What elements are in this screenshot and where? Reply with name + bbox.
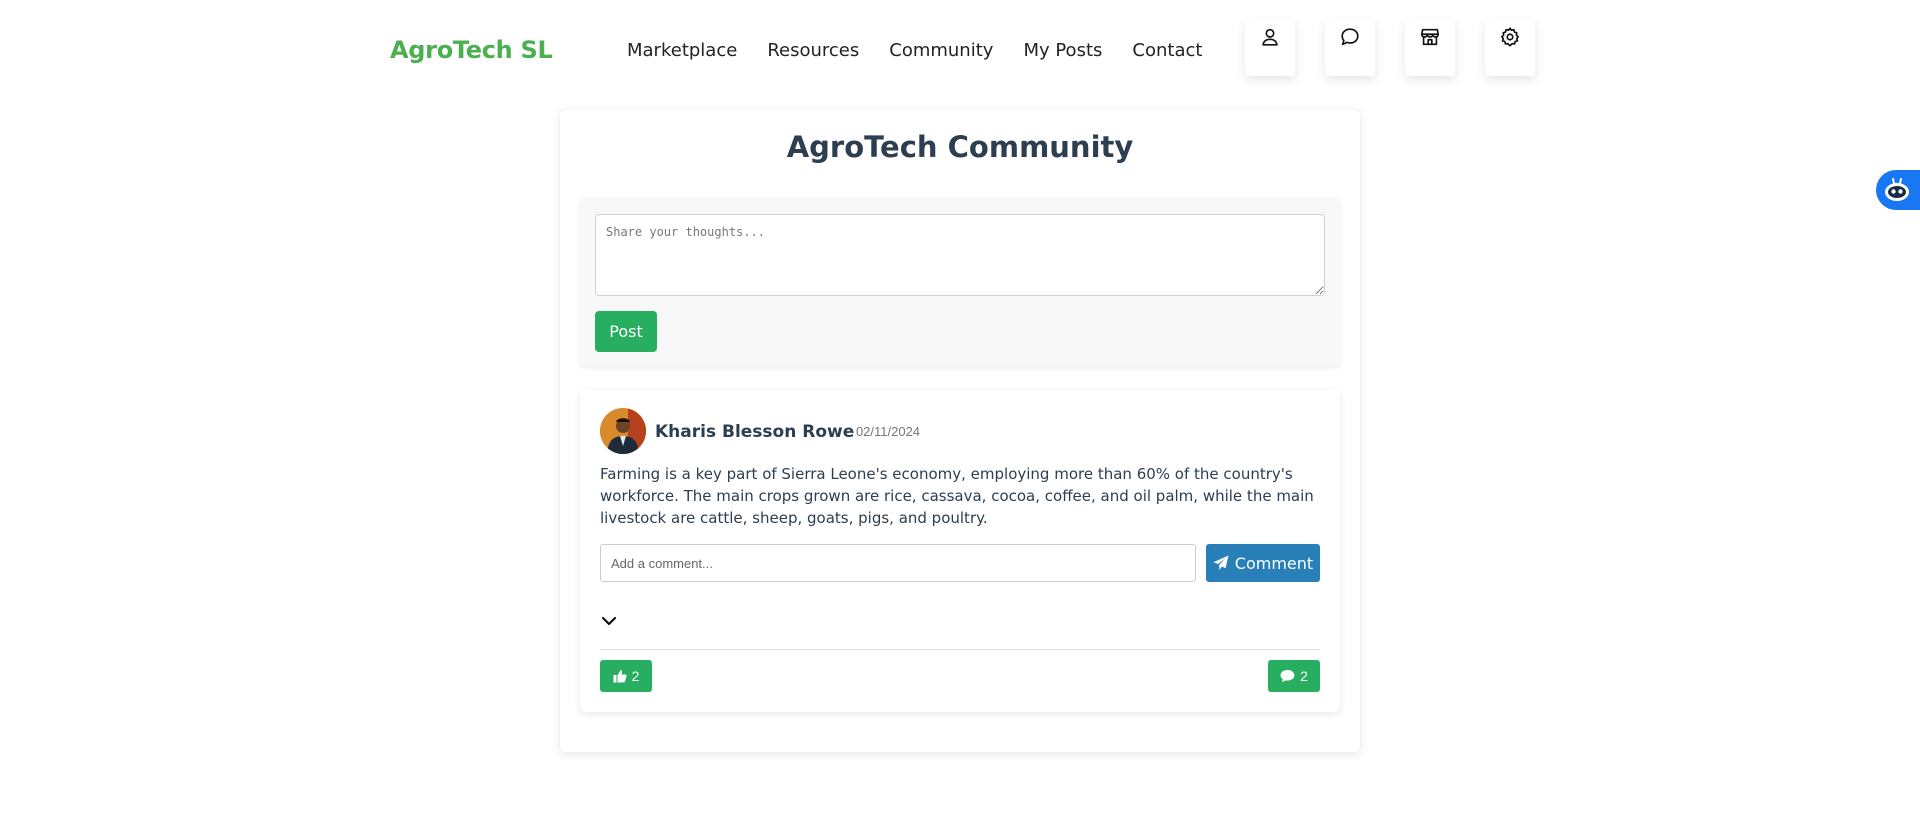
post-button[interactable]: Post (595, 311, 657, 352)
robot-icon (1885, 178, 1909, 201)
post-divider (600, 649, 1320, 650)
store-icon (1420, 28, 1440, 46)
post-card: Kharis Blesson Rowe - 02/11/2024 Farming… (580, 390, 1340, 712)
comment-count-button[interactable]: 2 (1268, 660, 1320, 692)
chevron-down-icon (601, 616, 617, 626)
nav-contact[interactable]: Contact (1132, 40, 1202, 61)
chatbot-button[interactable] (1876, 170, 1920, 210)
comment-bubble-icon (1280, 670, 1295, 683)
post-date: - 02/11/2024 (848, 424, 921, 439)
author-photo (600, 408, 646, 454)
brand-logo[interactable]: AgroTech SL (390, 36, 553, 64)
comment-button-label: Comment (1234, 553, 1314, 573)
header: AgroTech SL Marketplace Resources Commun… (0, 0, 1920, 104)
nav-community[interactable]: Community (889, 40, 993, 61)
nav-resources[interactable]: Resources (767, 40, 859, 61)
nav-my-posts[interactable]: My Posts (1023, 40, 1102, 61)
store-button[interactable] (1405, 18, 1455, 76)
post-author[interactable]: Kharis Blesson Rowe (655, 422, 854, 442)
community-panel: AgroTech Community Post Kharis Blesson R… (560, 110, 1360, 752)
avatar[interactable] (600, 408, 646, 454)
settings-button[interactable] (1485, 18, 1535, 76)
chat-icon (1341, 28, 1359, 46)
gear-icon (1500, 27, 1520, 47)
comment-button[interactable]: Comment (1206, 544, 1320, 582)
paper-plane-icon (1213, 555, 1229, 570)
profile-button[interactable] (1245, 18, 1295, 76)
messages-button[interactable] (1325, 18, 1375, 76)
thoughts-textarea[interactable] (595, 214, 1325, 296)
post-composer: Post (580, 198, 1340, 366)
page-title: AgroTech Community (786, 130, 1134, 164)
comment-count: 2 (1300, 668, 1308, 684)
nav-marketplace[interactable]: Marketplace (627, 40, 737, 61)
like-button[interactable]: 2 (600, 660, 652, 692)
post-body: Farming is a key part of Sierra Leone's … (600, 465, 1314, 527)
like-count: 2 (631, 668, 640, 684)
thumbs-up-icon (613, 670, 627, 683)
user-icon (1262, 28, 1278, 46)
comment-input[interactable] (600, 544, 1196, 582)
expand-comments-toggle[interactable] (600, 612, 618, 630)
main-nav: Marketplace Resources Community My Posts… (627, 40, 1232, 61)
